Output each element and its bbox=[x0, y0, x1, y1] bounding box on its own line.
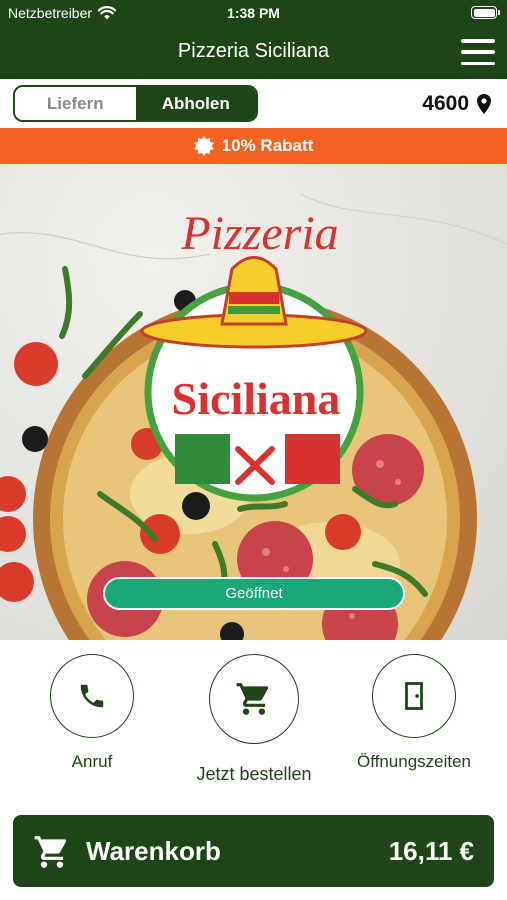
order-action[interactable]: Jetzt bestellen bbox=[187, 654, 321, 785]
discount-label: 10% Rabatt bbox=[221, 136, 314, 155]
discount-banner[interactable]: 10% Rabatt bbox=[0, 128, 507, 164]
postal-code-selector[interactable]: 4600 bbox=[422, 92, 491, 116]
tab-delivery[interactable]: Liefern bbox=[15, 87, 136, 120]
nav-bar: Pizzeria Siciliana bbox=[0, 26, 507, 79]
hero-image: Pizzeria Siciliana Geöffnet bbox=[0, 164, 507, 640]
call-button[interactable] bbox=[50, 654, 134, 738]
hours-label: Öffnungszeiten bbox=[356, 752, 472, 771]
order-mode-row: Liefern Abholen 4600 bbox=[0, 79, 507, 128]
open-status-button[interactable]: Geöffnet bbox=[103, 577, 405, 610]
battery-icon bbox=[471, 6, 500, 19]
postal-code: 4600 bbox=[422, 92, 469, 115]
location-pin-icon bbox=[477, 94, 491, 114]
logo-top-text: Pizzeria bbox=[180, 207, 338, 260]
cart-label: Warenkorb bbox=[86, 836, 221, 866]
opening-hours-button[interactable] bbox=[372, 654, 456, 738]
tab-pickup[interactable]: Abholen bbox=[135, 87, 256, 120]
hamburger-menu-icon[interactable] bbox=[461, 39, 495, 65]
cart-icon bbox=[34, 836, 67, 868]
door-icon bbox=[405, 682, 423, 710]
status-time: 1:38 PM bbox=[227, 5, 280, 21]
hours-action[interactable]: Öffnungszeiten bbox=[352, 654, 476, 772]
pizza-illustration: Pizzeria Siciliana bbox=[0, 193, 507, 640]
page-title: Pizzeria Siciliana bbox=[177, 40, 330, 62]
quick-actions: Anruf Jetzt bestellen Öffnungszeiten bbox=[0, 640, 507, 810]
delivery-mode-toggle: Liefern Abholen bbox=[13, 85, 258, 122]
logo-name-text: Siciliana bbox=[172, 373, 341, 424]
badge-icon bbox=[193, 136, 214, 156]
cart-button[interactable]: Warenkorb 16,11 € bbox=[13, 815, 494, 887]
order-now-button[interactable] bbox=[209, 654, 299, 744]
call-label: Anruf bbox=[71, 752, 113, 771]
cart-icon bbox=[236, 683, 269, 715]
status-bar: Netzbetreiber 1:38 PM bbox=[0, 0, 507, 26]
cart-total: 16,11 € bbox=[388, 836, 474, 866]
phone-icon bbox=[80, 684, 104, 708]
order-label: Jetzt bestellen bbox=[196, 764, 312, 784]
call-action[interactable]: Anruf bbox=[44, 654, 140, 772]
